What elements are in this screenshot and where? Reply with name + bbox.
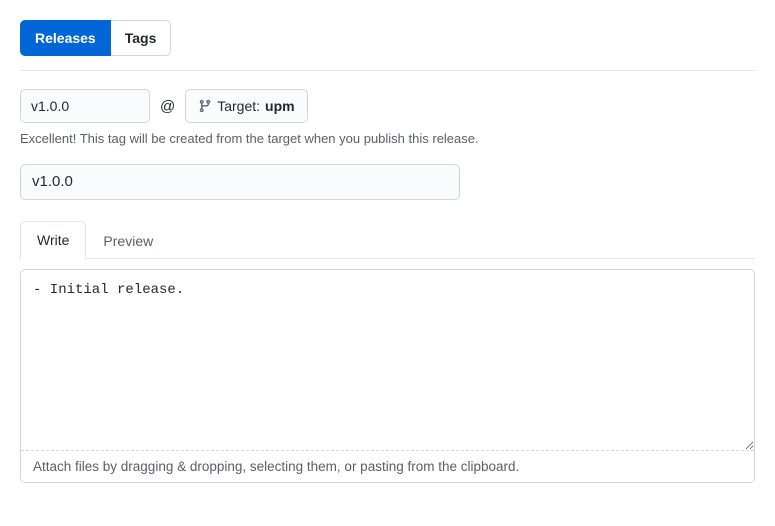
tab-tags[interactable]: Tags: [111, 20, 172, 56]
tag-row: @ Target: upm: [20, 89, 755, 123]
nav-tabs: Releases Tags: [20, 20, 755, 56]
target-prefix-label: Target:: [217, 96, 260, 116]
tab-releases[interactable]: Releases: [20, 20, 111, 56]
attachment-dropzone[interactable]: Attach files by dragging & dropping, sel…: [21, 450, 754, 482]
git-branch-icon: [198, 99, 212, 113]
tag-hint-text: Excellent! This tag will be created from…: [20, 131, 755, 146]
target-branch-button[interactable]: Target: upm: [185, 89, 307, 123]
release-title-input[interactable]: [20, 164, 460, 200]
editor-tabs: Write Preview: [20, 220, 755, 259]
tag-version-input[interactable]: [20, 89, 150, 123]
release-body-textarea[interactable]: [21, 270, 754, 450]
at-symbol: @: [160, 98, 175, 115]
target-branch-value: upm: [265, 96, 295, 116]
tab-preview[interactable]: Preview: [86, 221, 170, 259]
tab-write[interactable]: Write: [20, 221, 86, 259]
section-divider: [20, 70, 755, 71]
editor-container: Attach files by dragging & dropping, sel…: [20, 269, 755, 483]
